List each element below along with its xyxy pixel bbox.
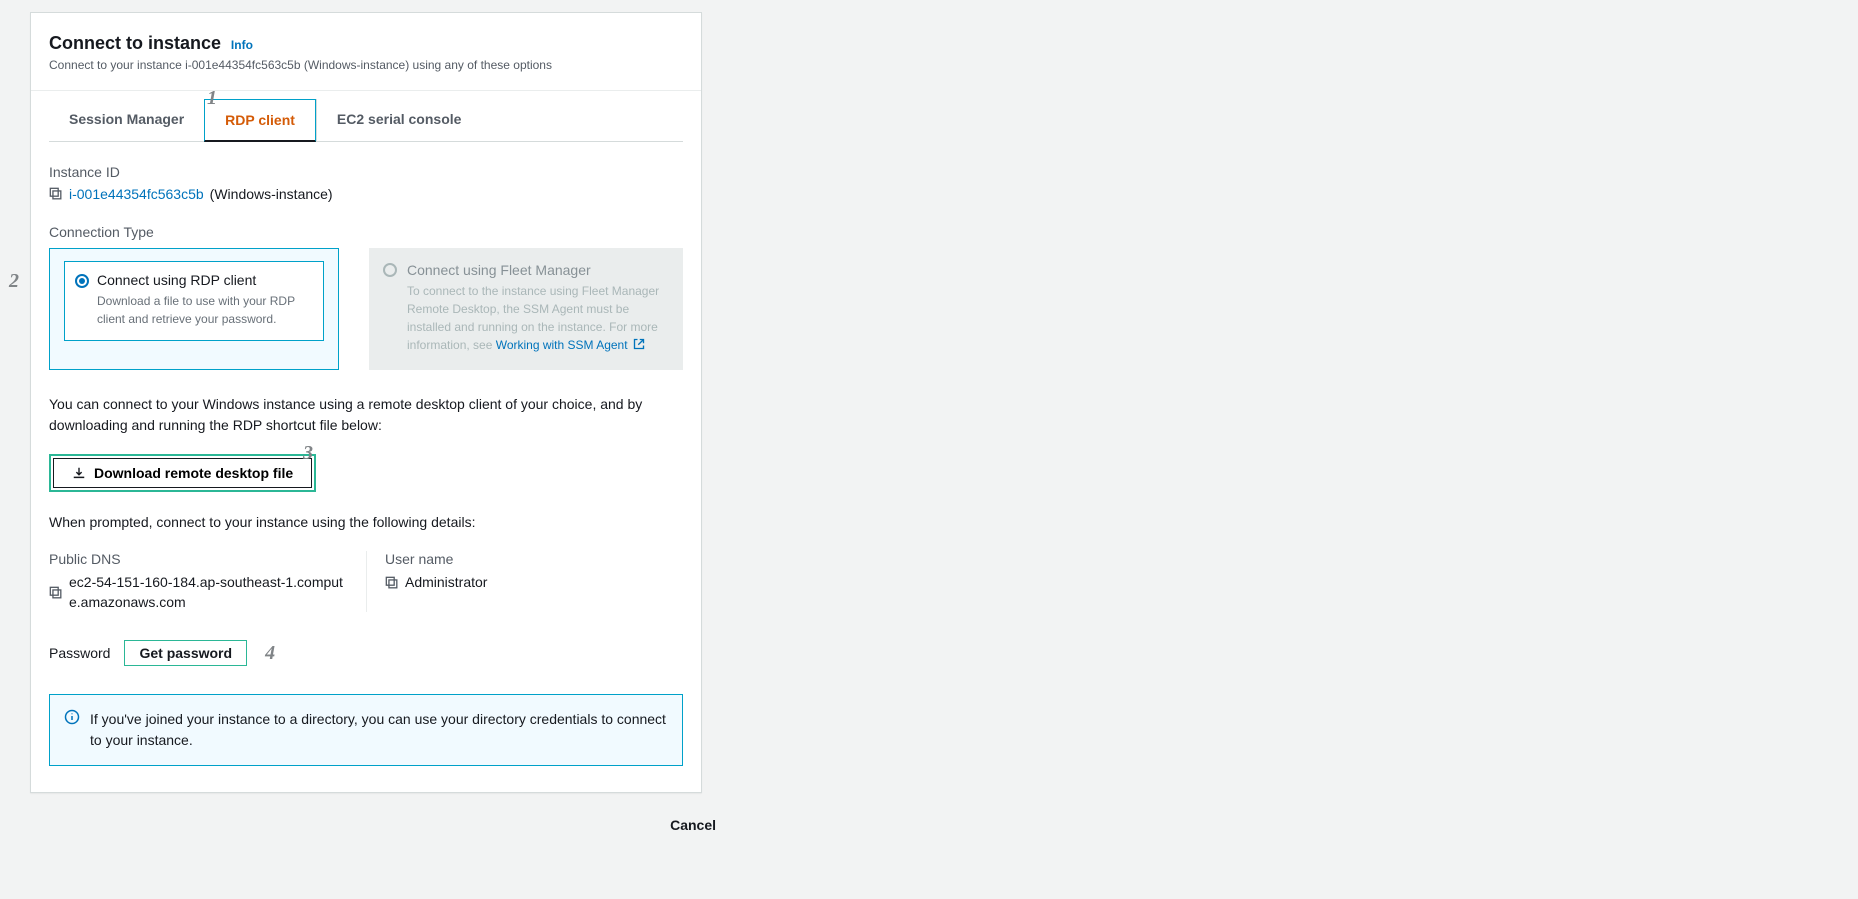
copy-icon[interactable] xyxy=(49,586,63,600)
cancel-button[interactable]: Cancel xyxy=(660,811,726,839)
connection-type-label: Connection Type xyxy=(49,224,683,240)
instance-id-label: Instance ID xyxy=(49,164,683,180)
username-label: User name xyxy=(385,551,665,567)
instance-id-section: Instance ID i-001e44354fc563c5b (Windows… xyxy=(49,164,683,202)
ssm-agent-link-text: Working with SSM Agent xyxy=(496,338,628,352)
download-button-highlight: Download remote desktop file xyxy=(49,454,316,492)
radio-selected-icon xyxy=(75,274,89,288)
connect-panel: Connect to instance Info Connect to your… xyxy=(30,12,702,793)
panel-subtitle: Connect to your instance i-001e44354fc56… xyxy=(49,58,683,72)
download-rdp-button[interactable]: Download remote desktop file xyxy=(53,458,312,488)
fleet-option-title: Connect using Fleet Manager xyxy=(407,262,667,278)
annotation-1: 1 xyxy=(207,87,217,110)
copy-icon[interactable] xyxy=(49,187,63,201)
rdp-option-title: Connect using RDP client xyxy=(97,272,311,288)
radio-unselected-icon xyxy=(383,263,397,277)
footer-actions: Cancel xyxy=(30,793,732,839)
public-dns-value: ec2-54-151-160-184.ap-southeast-1.comput… xyxy=(69,573,348,612)
info-box: If you've joined your instance to a dire… xyxy=(49,694,683,766)
fleet-option-desc: To connect to the instance using Fleet M… xyxy=(407,282,667,354)
download-icon xyxy=(72,466,86,480)
download-button-label: Download remote desktop file xyxy=(94,465,293,481)
public-dns-label: Public DNS xyxy=(49,551,348,567)
external-link-icon xyxy=(631,336,645,354)
password-row: Password Get password 4 xyxy=(49,640,683,666)
info-link[interactable]: Info xyxy=(231,38,253,52)
prompt-text: When prompted, connect to your instance … xyxy=(49,512,683,533)
copy-icon[interactable] xyxy=(385,576,399,590)
instance-id-link[interactable]: i-001e44354fc563c5b xyxy=(69,186,204,202)
tab-ec2-serial-console[interactable]: EC2 serial console xyxy=(316,99,482,141)
page-title: Connect to instance xyxy=(49,33,221,54)
password-label: Password xyxy=(49,645,110,661)
info-icon xyxy=(64,709,80,725)
get-password-button[interactable]: Get password xyxy=(124,640,247,666)
annotation-4: 4 xyxy=(265,642,275,665)
panel-header: Connect to instance Info Connect to your… xyxy=(31,13,701,91)
rdp-option-desc: Download a file to use with your RDP cli… xyxy=(97,292,311,328)
tab-rdp-client[interactable]: RDP client xyxy=(204,99,316,142)
details-grid: Public DNS ec2-54-151-160-184.ap-southea… xyxy=(49,551,683,612)
annotation-2: 2 xyxy=(9,270,19,293)
intro-text: You can connect to your Windows instance… xyxy=(49,394,683,436)
connection-type-section: 2 Connection Type Connect using RDP clie… xyxy=(49,224,683,370)
username-col: User name Administrator xyxy=(366,551,683,612)
annotation-3: 3 xyxy=(303,442,313,465)
public-dns-col: Public DNS ec2-54-151-160-184.ap-southea… xyxy=(49,551,366,612)
info-box-text: If you've joined your instance to a dire… xyxy=(90,711,666,748)
instance-name: (Windows-instance) xyxy=(210,186,333,202)
connection-option-fleet: Connect using Fleet Manager To connect t… xyxy=(369,248,683,370)
ssm-agent-link[interactable]: Working with SSM Agent xyxy=(496,338,645,352)
connection-option-rdp[interactable]: Connect using RDP client Download a file… xyxy=(49,248,339,370)
tabs: Session Manager RDP client EC2 serial co… xyxy=(49,99,683,142)
username-value: Administrator xyxy=(405,573,487,593)
panel-body: 1 Session Manager RDP client EC2 serial … xyxy=(31,99,701,792)
tab-session-manager[interactable]: Session Manager xyxy=(49,99,204,141)
